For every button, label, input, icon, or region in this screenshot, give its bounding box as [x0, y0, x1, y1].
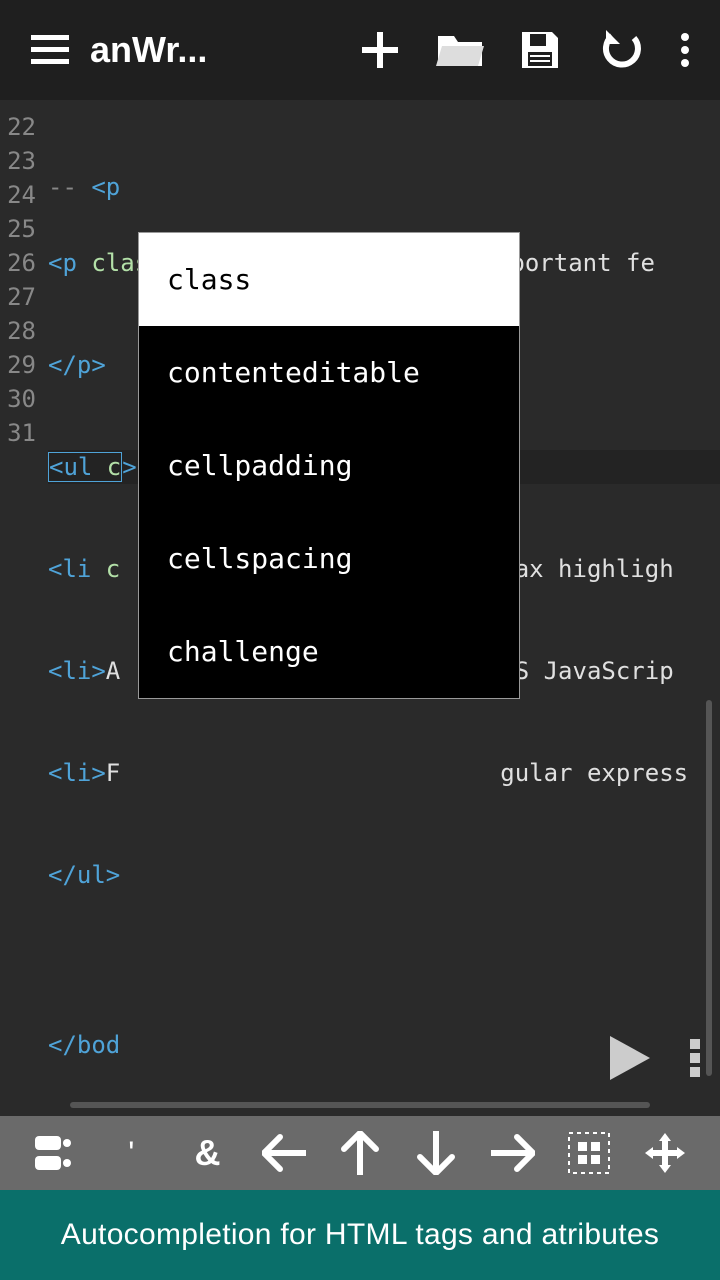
open-folder-icon[interactable] [420, 10, 500, 90]
arrow-right-icon[interactable] [478, 1123, 548, 1183]
arrow-down-icon[interactable] [401, 1123, 471, 1183]
toggle-panel-icon[interactable] [20, 1123, 90, 1183]
arrow-up-icon[interactable] [325, 1123, 395, 1183]
new-file-icon[interactable] [340, 10, 420, 90]
move-drag-icon[interactable] [630, 1123, 700, 1183]
select-all-icon[interactable] [554, 1123, 624, 1183]
code-editor[interactable]: 22 23 24 25 26 27 28 29 30 31 -- <p <p c… [0, 100, 720, 1116]
autocomplete-popup: class contenteditable cellpadding cellsp… [138, 232, 520, 699]
caption-text: Autocompletion for HTML tags and atribut… [61, 1218, 659, 1252]
editor-overflow-icon[interactable] [690, 1039, 700, 1077]
apostrophe-key[interactable]: ' [96, 1123, 166, 1183]
autocomplete-item[interactable]: cellspacing [139, 512, 519, 605]
app-title: anWr... [90, 29, 230, 71]
vertical-scrollbar[interactable] [706, 700, 712, 1076]
horizontal-scrollbar[interactable] [70, 1102, 650, 1108]
overflow-menu-icon[interactable] [660, 10, 710, 90]
autocomplete-item[interactable]: cellpadding [139, 419, 519, 512]
ampersand-key[interactable]: & [173, 1123, 243, 1183]
caption-banner: Autocompletion for HTML tags and atribut… [0, 1190, 720, 1280]
symbol-toolbar: ' & [0, 1116, 720, 1190]
save-icon[interactable] [500, 10, 580, 90]
autocomplete-item[interactable]: challenge [139, 605, 519, 698]
undo-icon[interactable] [580, 10, 660, 90]
hamburger-menu-icon[interactable] [10, 10, 90, 90]
autocomplete-item[interactable]: class [139, 233, 519, 326]
run-play-icon[interactable] [610, 1036, 650, 1080]
autocomplete-item[interactable]: contenteditable [139, 326, 519, 419]
top-toolbar: anWr... [0, 0, 720, 100]
line-number-gutter: 22 23 24 25 26 27 28 29 30 31 [0, 102, 48, 1116]
arrow-left-icon[interactable] [249, 1123, 319, 1183]
